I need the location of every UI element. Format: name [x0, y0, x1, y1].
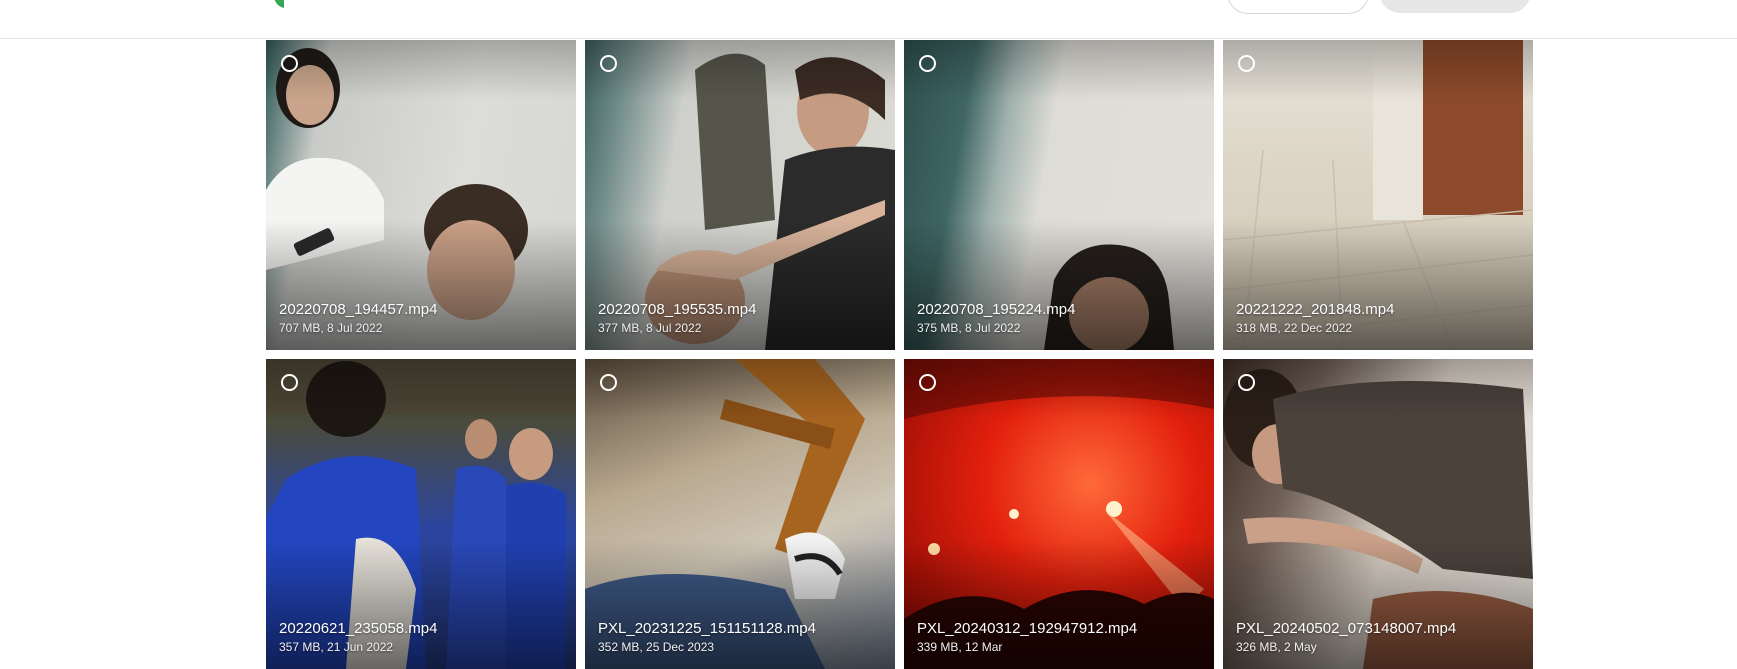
- secondary-action-button[interactable]: [1227, 0, 1369, 14]
- video-meta: 352 MB, 25 Dec 2023: [598, 640, 715, 654]
- video-filename: 20220708_194457.mp4: [279, 301, 438, 318]
- video-meta: 357 MB, 21 Jun 2022: [279, 640, 394, 654]
- video-tile[interactable]: 20221222_201848.mp4 318 MB, 22 Dec 2022: [1223, 40, 1533, 350]
- select-checkbox-icon[interactable]: [281, 374, 298, 391]
- primary-action-button[interactable]: [1379, 0, 1531, 13]
- video-meta: 377 MB, 8 Jul 2022: [598, 321, 702, 335]
- select-checkbox-icon[interactable]: [919, 374, 936, 391]
- video-filename: 20220708_195224.mp4: [917, 301, 1076, 318]
- app-logo-icon: [274, 0, 284, 8]
- select-checkbox-icon[interactable]: [281, 55, 298, 72]
- video-filename: 20220621_235058.mp4: [279, 620, 438, 637]
- video-meta: 318 MB, 22 Dec 2022: [1236, 321, 1353, 335]
- select-checkbox-icon[interactable]: [1238, 55, 1255, 72]
- video-meta: 707 MB, 8 Jul 2022: [279, 321, 383, 335]
- video-filename: 20220708_195535.mp4: [598, 301, 757, 318]
- video-tile[interactable]: 20220708_195224.mp4 375 MB, 8 Jul 2022: [904, 40, 1214, 350]
- video-filename: PXL_20240502_073148007.mp4: [1236, 620, 1457, 637]
- video-filename: PXL_20231225_151151128.mp4: [598, 620, 816, 637]
- video-meta: 326 MB, 2 May: [1236, 640, 1317, 654]
- top-bar: [0, 0, 1737, 39]
- video-tile[interactable]: 20220708_195535.mp4 377 MB, 8 Jul 2022: [585, 40, 895, 350]
- video-meta: 375 MB, 8 Jul 2022: [917, 321, 1021, 335]
- select-checkbox-icon[interactable]: [600, 374, 617, 391]
- select-checkbox-icon[interactable]: [1238, 374, 1255, 391]
- video-tile[interactable]: 20220621_235058.mp4 357 MB, 21 Jun 2022: [266, 359, 576, 669]
- video-tile[interactable]: PXL_20240502_073148007.mp4 326 MB, 2 May: [1223, 359, 1533, 669]
- video-filename: PXL_20240312_192947912.mp4: [917, 620, 1138, 637]
- video-tile[interactable]: 20220708_194457.mp4 707 MB, 8 Jul 2022: [266, 40, 576, 350]
- video-filename: 20221222_201848.mp4: [1236, 301, 1395, 318]
- select-checkbox-icon[interactable]: [600, 55, 617, 72]
- video-tile[interactable]: PXL_20240312_192947912.mp4 339 MB, 12 Ma…: [904, 359, 1214, 669]
- video-meta: 339 MB, 12 Mar: [917, 640, 1003, 654]
- video-tile[interactable]: PXL_20231225_151151128.mp4 352 MB, 25 De…: [585, 359, 895, 669]
- select-checkbox-icon[interactable]: [919, 55, 936, 72]
